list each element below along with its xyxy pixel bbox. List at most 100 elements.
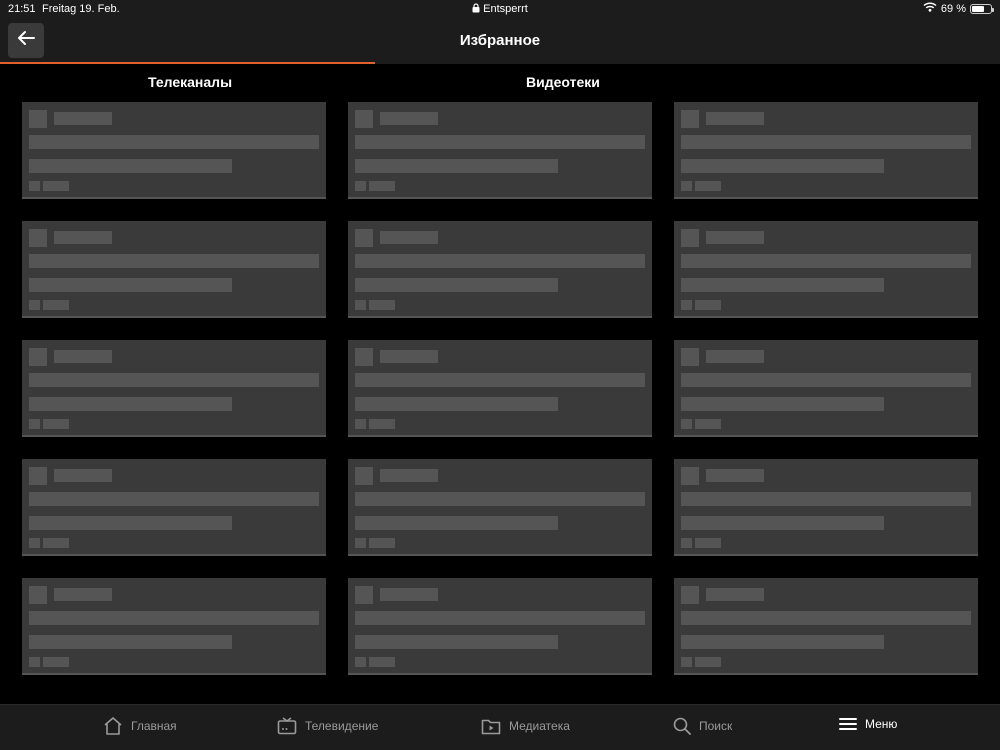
placeholder-tag1 <box>29 419 40 429</box>
placeholder-line1 <box>355 373 645 387</box>
placeholder-icon <box>29 467 47 485</box>
placeholder-icon <box>681 467 699 485</box>
placeholder-title <box>54 469 112 482</box>
battery-percent: 69 % <box>940 2 966 15</box>
placeholder-icon <box>355 348 373 366</box>
placeholder-tag1 <box>681 300 692 310</box>
lock-icon <box>472 3 480 16</box>
placeholder-icon <box>355 110 373 128</box>
nav-search[interactable]: Поиск <box>673 717 732 735</box>
favorite-card-placeholder[interactable] <box>348 340 652 437</box>
placeholder-icon <box>29 348 47 366</box>
placeholder-line2 <box>29 516 232 530</box>
placeholder-icon <box>355 229 373 247</box>
placeholder-title <box>706 588 764 601</box>
favorite-card-placeholder[interactable] <box>674 578 978 675</box>
placeholder-line2 <box>681 635 884 649</box>
placeholder-line1 <box>29 611 319 625</box>
placeholder-tag2 <box>43 419 69 429</box>
placeholder-tag1 <box>29 181 40 191</box>
placeholder-line1 <box>355 611 645 625</box>
app-header: Избранное <box>0 18 1000 64</box>
placeholder-icon <box>29 229 47 247</box>
nav-menu[interactable]: Меню <box>839 717 897 731</box>
placeholder-title <box>54 350 112 363</box>
placeholder-line2 <box>355 635 558 649</box>
placeholder-line2 <box>681 397 884 411</box>
placeholder-tag1 <box>355 419 366 429</box>
placeholder-tag1 <box>355 300 366 310</box>
placeholder-title <box>706 350 764 363</box>
placeholder-title <box>380 350 438 363</box>
placeholder-tag1 <box>681 538 692 548</box>
tab-tv-channels[interactable]: Телеканалы <box>148 74 232 90</box>
favorite-card-placeholder[interactable] <box>674 102 978 199</box>
favorite-card-placeholder[interactable] <box>22 221 326 318</box>
placeholder-line1 <box>681 135 971 149</box>
placeholder-tag1 <box>29 538 40 548</box>
favorite-card-placeholder[interactable] <box>348 221 652 318</box>
favorite-card-placeholder[interactable] <box>674 221 978 318</box>
favorite-card-placeholder[interactable] <box>22 340 326 437</box>
favorite-card-placeholder[interactable] <box>674 459 978 556</box>
tab-video-libraries[interactable]: Видеотеки <box>526 74 600 90</box>
status-bar: 21:51 Freitag 19. Feb. Entsperrt 69 % <box>0 0 1000 18</box>
favorite-card-placeholder[interactable] <box>348 459 652 556</box>
placeholder-tag1 <box>355 181 366 191</box>
wifi-icon <box>923 2 937 15</box>
placeholder-title <box>380 231 438 244</box>
arrow-left-icon <box>16 30 36 51</box>
placeholder-title <box>54 231 112 244</box>
placeholder-line1 <box>681 254 971 268</box>
placeholder-tag1 <box>681 657 692 667</box>
placeholder-line1 <box>29 492 319 506</box>
nav-menu-label: Меню <box>865 717 898 731</box>
placeholder-icon <box>681 348 699 366</box>
favorite-card-placeholder[interactable] <box>674 340 978 437</box>
placeholder-tag2 <box>43 300 69 310</box>
placeholder-line2 <box>355 278 558 292</box>
favorite-card-placeholder[interactable] <box>22 578 326 675</box>
nav-tv-label: Телевидение <box>305 719 379 733</box>
placeholder-line1 <box>355 492 645 506</box>
placeholder-line2 <box>355 397 558 411</box>
placeholder-line1 <box>29 254 319 268</box>
placeholder-title <box>54 112 112 125</box>
back-button[interactable] <box>8 23 44 58</box>
placeholder-title <box>706 469 764 482</box>
favorite-card-placeholder[interactable] <box>22 102 326 199</box>
search-icon <box>673 717 691 735</box>
nav-search-label: Поиск <box>699 719 733 733</box>
nav-tv[interactable]: Телевидение <box>277 717 378 735</box>
placeholder-line1 <box>29 373 319 387</box>
placeholder-tag1 <box>681 181 692 191</box>
media-folder-icon <box>481 717 501 735</box>
placeholder-tag2 <box>695 419 721 429</box>
lock-status: Entsperrt <box>0 3 1000 16</box>
placeholder-line2 <box>29 278 232 292</box>
placeholder-title <box>380 588 438 601</box>
favorite-card-placeholder[interactable] <box>22 459 326 556</box>
placeholder-icon <box>681 586 699 604</box>
placeholder-line2 <box>29 159 232 173</box>
placeholder-tag1 <box>355 538 366 548</box>
nav-home[interactable]: Главная <box>103 717 177 735</box>
placeholder-title <box>54 588 112 601</box>
placeholder-line1 <box>29 135 319 149</box>
placeholder-line2 <box>681 278 884 292</box>
placeholder-line1 <box>681 373 971 387</box>
favorite-card-placeholder[interactable] <box>348 102 652 199</box>
favorites-grid <box>22 102 978 675</box>
favorite-card-placeholder[interactable] <box>348 578 652 675</box>
nav-media[interactable]: Медиатека <box>481 717 570 735</box>
placeholder-line1 <box>355 254 645 268</box>
placeholder-tag2 <box>43 181 69 191</box>
nav-home-label: Главная <box>131 719 177 733</box>
placeholder-tag2 <box>369 181 395 191</box>
placeholder-icon <box>355 586 373 604</box>
placeholder-tag2 <box>695 300 721 310</box>
placeholder-tag2 <box>695 657 721 667</box>
placeholder-line2 <box>355 159 558 173</box>
placeholder-line1 <box>681 611 971 625</box>
placeholder-line1 <box>681 492 971 506</box>
